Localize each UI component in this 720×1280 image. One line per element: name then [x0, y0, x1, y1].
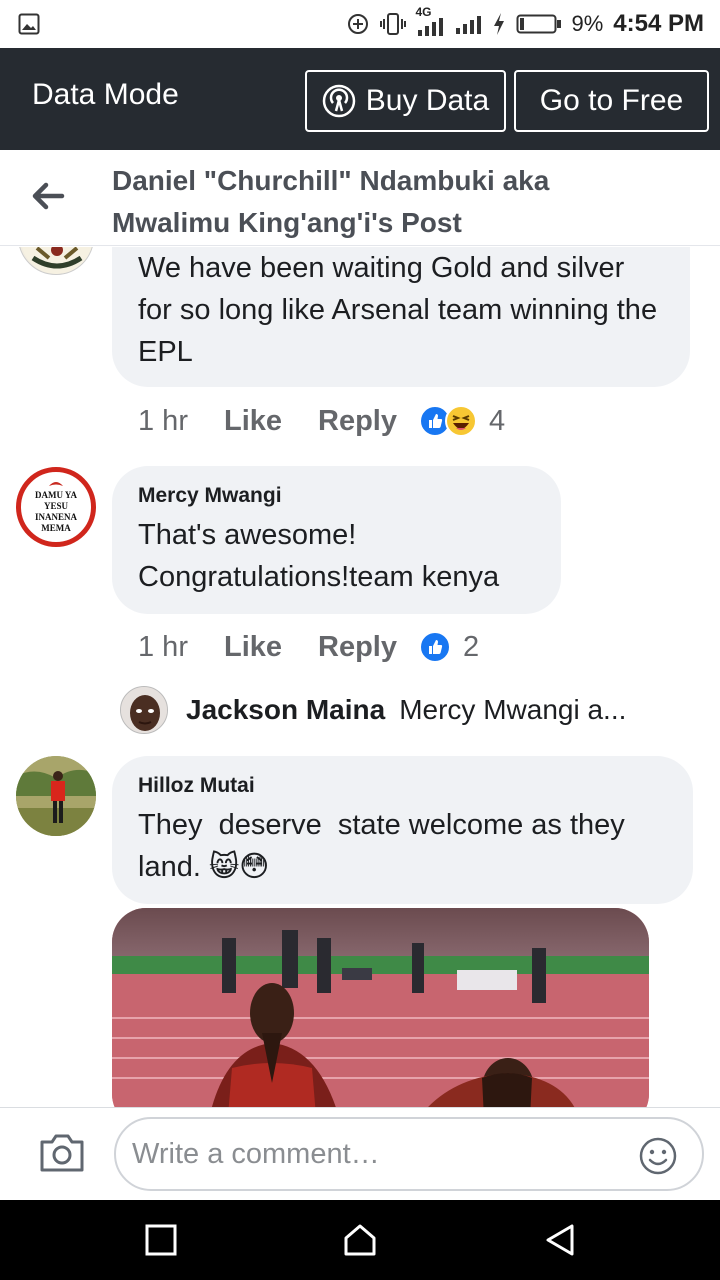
battery-icon	[516, 14, 561, 34]
camera-icon[interactable]	[38, 1130, 86, 1176]
comment-text: We have been waiting Gold and silver for…	[138, 252, 658, 368]
like-icon	[419, 631, 451, 663]
go-to-free-label: Go to Free	[539, 84, 684, 117]
page-title: Daniel "Churchill" Ndambuki aka Mwalimu …	[112, 165, 550, 238]
like-button[interactable]: Like	[224, 631, 282, 664]
person-avatar-icon	[121, 687, 167, 733]
data-mode-title: Data Mode	[32, 78, 179, 111]
avatar-text: INANENA	[34, 512, 77, 522]
comments-feed[interactable]: We have been waiting Gold and silver for…	[0, 247, 720, 1107]
vibrate-icon	[379, 13, 406, 35]
post-header: Daniel "Churchill" Ndambuki aka Mwalimu …	[0, 150, 720, 246]
comment-text: That's awesome! Congratulations!team ken…	[138, 519, 500, 593]
battery-percent: 9%	[571, 11, 604, 36]
comment-photo[interactable]	[112, 908, 649, 1107]
recents-icon[interactable]	[143, 1222, 179, 1258]
athletes-celebrating-photo	[112, 908, 649, 1107]
avatar-text: DAMU YA	[34, 490, 78, 500]
data-saver-icon	[347, 14, 368, 34]
emoji-icon[interactable]	[638, 1136, 678, 1176]
system-nav-bar	[0, 1200, 720, 1280]
data-mode-bar: Data Mode Buy Data Go to Free	[0, 48, 720, 150]
buy-data-button[interactable]: Buy Data	[305, 70, 506, 132]
reply-button[interactable]: Reply	[318, 631, 397, 664]
back-arrow-icon[interactable]	[28, 176, 68, 216]
comment-actions: 1 hr Like Reply 2	[138, 625, 479, 669]
avatar[interactable]	[18, 247, 94, 275]
comment-time: 1 hr	[138, 630, 188, 663]
reaction-count: 2	[463, 630, 480, 663]
like-button[interactable]: Like	[224, 405, 282, 438]
comment-author[interactable]: Mercy Mwangi	[138, 484, 535, 508]
avatar-text: YESU	[43, 501, 68, 511]
avatar[interactable]	[16, 756, 96, 836]
back-icon[interactable]	[542, 1222, 578, 1258]
comment-author[interactable]: Hilloz Mutai	[138, 774, 667, 798]
signal-4g-icon: 4G	[416, 5, 444, 37]
haha-icon	[445, 405, 477, 437]
comment-bubble[interactable]: We have been waiting Gold and silver for…	[112, 247, 690, 387]
go-to-free-button[interactable]: Go to Free	[514, 70, 709, 132]
signal-icon	[455, 16, 481, 34]
image-notification-icon	[18, 13, 40, 35]
comment-actions: 1 hr Like Reply 4	[138, 399, 505, 443]
reactions[interactable]: 4	[419, 405, 505, 438]
comment-composer: Write a comment…	[0, 1107, 720, 1200]
reply-preview[interactable]: Jackson Maina Mercy Mwangi a...	[120, 685, 690, 735]
reaction-count: 4	[489, 404, 506, 437]
home-icon[interactable]	[342, 1222, 378, 1258]
avatar[interactable]	[120, 686, 168, 734]
comment-time: 1 hr	[138, 404, 188, 437]
clock: 4:54 PM	[613, 10, 704, 37]
avatar[interactable]: DAMU YA YESU INANENA MEMA	[16, 467, 96, 547]
comment-text: They deserve state welcome as they land.…	[138, 809, 633, 883]
reply-text: Mercy Mwangi a...	[399, 694, 627, 725]
reactions[interactable]: 2	[419, 631, 479, 664]
person-outdoor-avatar-icon	[16, 756, 96, 836]
avatar-text: MEMA	[41, 523, 71, 533]
buy-data-label: Buy Data	[365, 84, 490, 117]
reply-button[interactable]: Reply	[318, 405, 397, 438]
broadcast-icon	[322, 84, 356, 118]
charging-icon	[493, 13, 504, 35]
comment-bubble[interactable]: Mercy Mwangi That's awesome! Congratulat…	[112, 466, 561, 614]
emblem-avatar-icon	[22, 247, 92, 274]
reply-author[interactable]: Jackson Maina	[186, 694, 385, 726]
status-bar: 4G 9% 4:54 PM	[0, 0, 720, 48]
comment-bubble[interactable]: Hilloz Mutai They deserve state welcome …	[112, 756, 693, 904]
comment-input[interactable]: Write a comment…	[114, 1117, 704, 1191]
comment-placeholder: Write a comment…	[132, 1137, 380, 1170]
